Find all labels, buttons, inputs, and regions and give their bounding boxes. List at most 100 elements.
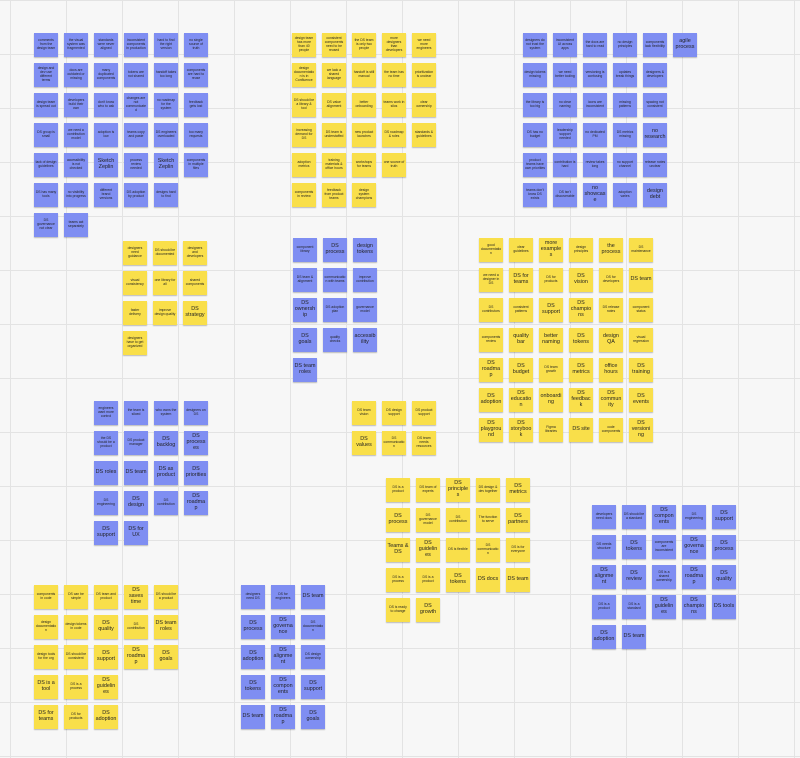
sticky-note[interactable]: DS adoption <box>94 705 118 729</box>
sticky-note[interactable]: the process <box>599 238 623 262</box>
sticky-note[interactable]: DS alignment <box>271 645 295 669</box>
sticky-note[interactable]: DS support <box>712 505 736 529</box>
sticky-note[interactable]: onboarding <box>539 388 563 412</box>
sticky-note[interactable]: faster delivery <box>123 301 147 325</box>
sticky-note[interactable]: DS components <box>271 675 295 699</box>
sticky-note[interactable]: DS support <box>94 645 118 669</box>
sticky-note[interactable]: one source of truth <box>382 153 406 177</box>
sticky-note[interactable]: don't know who to ask <box>94 93 118 117</box>
sticky-note[interactable]: design tools for the org <box>34 645 58 669</box>
sticky-note[interactable]: DS engineers overloaded <box>154 123 178 147</box>
sticky-note[interactable]: DS tokens <box>446 568 470 592</box>
sticky-note[interactable]: training materials & office hours <box>322 153 346 177</box>
sticky-note[interactable]: DS for teams <box>509 268 533 292</box>
sticky-note[interactable]: standards were never aligned <box>94 33 118 57</box>
sticky-note[interactable]: DS should be a standard <box>622 505 646 529</box>
sticky-note[interactable]: prioritization is unclear <box>412 63 436 87</box>
sticky-note[interactable]: lack of design guidelines <box>34 153 58 177</box>
sticky-note[interactable]: DS education <box>509 388 533 412</box>
sticky-note[interactable]: no roadmap for the system <box>154 93 178 117</box>
sticky-note[interactable]: DS roadmap & roles <box>382 123 406 147</box>
sticky-note[interactable]: DS support <box>301 675 325 699</box>
sticky-note[interactable]: new product launches <box>352 123 376 147</box>
sticky-note[interactable]: Sketch Zeplin <box>154 153 178 177</box>
sticky-note[interactable]: DS adoption plan <box>323 298 347 322</box>
sticky-note[interactable]: DS roadmap <box>682 565 706 589</box>
sticky-note[interactable]: DS team <box>124 461 148 485</box>
sticky-note[interactable]: DS support <box>94 521 118 545</box>
sticky-note[interactable]: DS site <box>569 418 593 442</box>
sticky-note[interactable]: updates break things <box>613 63 637 87</box>
sticky-note[interactable]: code components <box>599 418 623 442</box>
sticky-note[interactable]: DS team roles <box>293 358 317 382</box>
sticky-note[interactable]: DS governance <box>682 535 706 559</box>
sticky-note[interactable]: DS goals <box>293 328 317 352</box>
sticky-note[interactable]: DS process <box>241 615 265 639</box>
sticky-note[interactable]: design tokens <box>353 238 377 262</box>
sticky-note[interactable]: DS strategy <box>183 301 207 325</box>
sticky-note[interactable]: clear ownership <box>412 93 436 117</box>
sticky-note[interactable]: handoff takes too long <box>154 63 178 87</box>
sticky-note[interactable]: designs hard to find <box>154 183 178 207</box>
sticky-note[interactable]: DS is a process <box>64 675 88 699</box>
sticky-note[interactable]: no support channel <box>613 153 637 177</box>
sticky-note[interactable]: DS contribution <box>154 491 178 515</box>
sticky-note[interactable]: improve contribution <box>353 268 377 292</box>
sticky-note[interactable]: DS roles <box>94 461 118 485</box>
sticky-note[interactable]: DS as product <box>154 461 178 485</box>
sticky-note[interactable]: improve design quality <box>153 301 177 325</box>
sticky-note[interactable]: DS is a product <box>592 595 616 619</box>
sticky-note[interactable]: DS training <box>629 358 653 382</box>
sticky-note[interactable]: DS guidelines <box>94 675 118 699</box>
sticky-note[interactable]: DS maintenance <box>629 238 653 262</box>
sticky-note[interactable]: DS team of experts <box>416 478 440 502</box>
sticky-note[interactable]: DS tokens <box>241 675 265 699</box>
sticky-note[interactable]: DS governance model <box>416 508 440 532</box>
sticky-note[interactable]: different brand versions <box>94 183 118 207</box>
sticky-note[interactable]: DS support <box>539 298 563 322</box>
sticky-note[interactable]: DS guidelines <box>416 538 440 562</box>
sticky-note[interactable]: visual consistency <box>123 271 147 295</box>
sticky-note[interactable]: DS can be simple <box>64 585 88 609</box>
sticky-note[interactable]: standards & guidelines <box>412 123 436 147</box>
sticky-note[interactable]: DS is a tool <box>34 675 58 699</box>
sticky-note[interactable]: consistent components need to be reused <box>322 33 346 57</box>
sticky-note[interactable]: DS playground <box>479 418 503 442</box>
sticky-note[interactable]: DS growth <box>416 598 440 622</box>
sticky-note[interactable]: DS should be a library & tool <box>292 93 316 117</box>
sticky-note[interactable]: DS metrics missing <box>613 123 637 147</box>
sticky-note[interactable]: changes are not communicated <box>124 93 148 117</box>
sticky-note[interactable]: DS for engineers <box>271 585 295 609</box>
sticky-note[interactable]: DS tools <box>712 595 736 619</box>
sticky-note[interactable]: handoff is still manual <box>352 63 376 87</box>
sticky-note[interactable]: DS adoption by product <box>124 183 148 207</box>
sticky-note[interactable]: DS team & alignment <box>293 268 317 292</box>
sticky-note[interactable]: design team has more than 40 people <box>292 33 316 57</box>
sticky-note[interactable]: DS champions <box>682 595 706 619</box>
sticky-note[interactable]: design team is spread out <box>34 93 58 117</box>
sticky-note[interactable]: DS product manager <box>124 431 148 455</box>
sticky-note[interactable]: DS design & dev together <box>476 478 500 502</box>
sticky-note[interactable]: designers do not trust the system <box>523 33 547 57</box>
sticky-note[interactable]: DS budget <box>509 358 533 382</box>
sticky-note[interactable]: DS quality <box>94 615 118 639</box>
sticky-note[interactable]: DS product support <box>412 401 436 425</box>
sticky-note[interactable]: DS process <box>712 535 736 559</box>
sticky-note[interactable]: DS documentation <box>301 615 325 639</box>
sticky-note[interactable]: teams act separately <box>64 213 88 237</box>
sticky-note[interactable]: DS governance not clear <box>34 213 58 237</box>
sticky-note[interactable]: docs are outdated or missing <box>64 63 88 87</box>
sticky-note[interactable]: DS communication <box>476 538 500 562</box>
sticky-note[interactable]: DS for developers <box>599 268 623 292</box>
sticky-note[interactable]: one library for all <box>153 271 177 295</box>
sticky-note[interactable]: Figma libraries <box>539 418 563 442</box>
sticky-note[interactable]: DS for teams <box>34 705 58 729</box>
sticky-note[interactable]: component status <box>629 298 653 322</box>
sticky-note[interactable]: versioning is confusing <box>583 63 607 87</box>
sticky-note[interactable]: DS priorities <box>184 461 208 485</box>
sticky-note[interactable]: DS has no budget <box>523 123 547 147</box>
sticky-note[interactable]: Sketch Zeplin <box>94 153 118 177</box>
sticky-note[interactable]: DS design <box>124 491 148 515</box>
sticky-note[interactable]: DS tokens <box>569 328 593 352</box>
sticky-note[interactable]: adoption is low <box>94 123 118 147</box>
